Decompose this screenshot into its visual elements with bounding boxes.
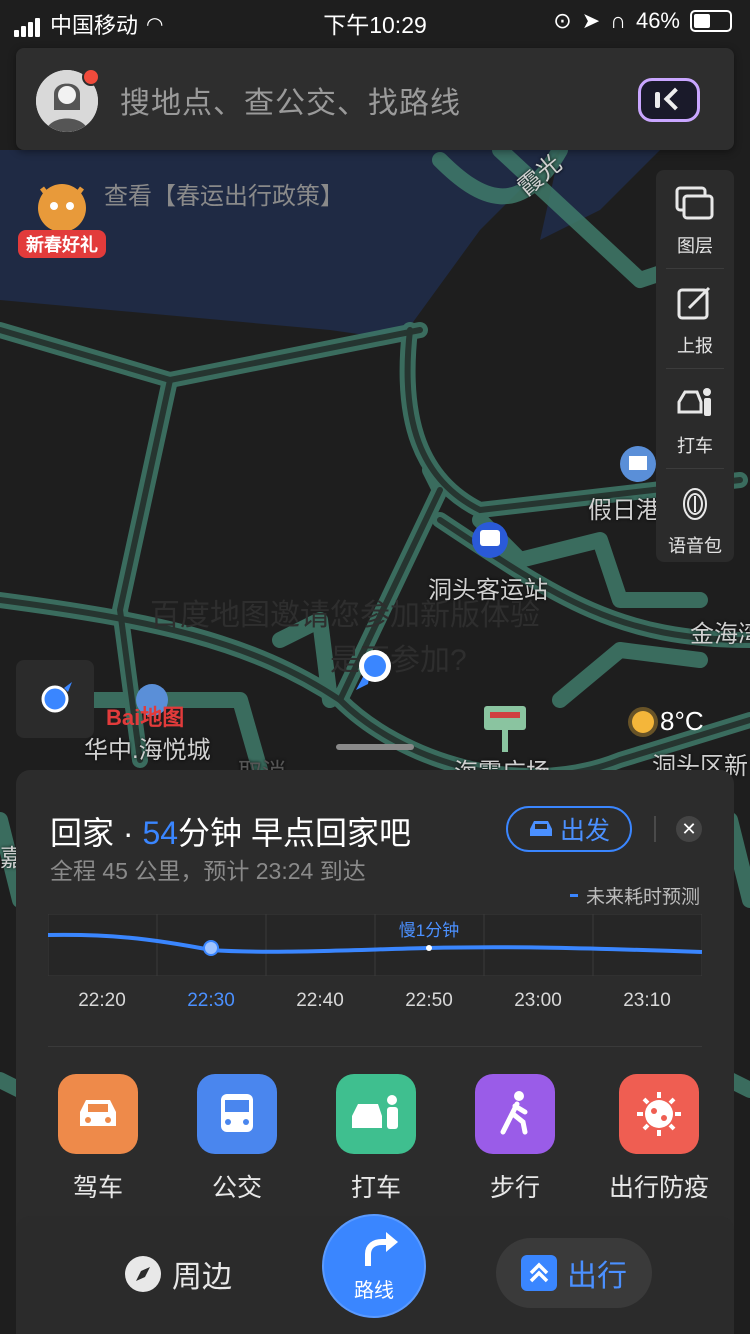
taxi-icon: [677, 388, 711, 416]
virus-shield-icon: [619, 1074, 699, 1154]
tab-nearby[interactable]: 周边: [124, 1252, 232, 1296]
drive-icon: [58, 1074, 138, 1154]
search-bar[interactable]: 搜地点、查公交、找路线: [16, 48, 734, 150]
mode-label: 驾车: [72, 1174, 123, 1202]
route-title-suffix: 分钟 早点回家吧: [178, 815, 411, 851]
time-tick-active: 22:30: [187, 990, 235, 1011]
mode-label: 步行: [489, 1174, 540, 1202]
weather[interactable]: 8°C: [632, 706, 704, 737]
legend-swatch: [569, 894, 578, 897]
travel-icon: [521, 1255, 557, 1291]
taxi-button[interactable]: 打车: [656, 370, 734, 468]
tab-travel[interactable]: 出行: [496, 1238, 652, 1308]
time-tick: 23:00: [514, 990, 562, 1011]
headphones-icon: ∩: [610, 8, 626, 33]
bottom-tab-bar: 周边 路线 出行: [16, 1214, 734, 1334]
notification-dot: [82, 68, 100, 86]
battery-percent: 46%: [635, 8, 680, 33]
route-title: 回家 · 54分钟 早点回家吧: [50, 808, 411, 854]
toolbar-divider: [666, 468, 724, 469]
voice-pack-button[interactable]: 语音包: [656, 470, 734, 568]
depart-button[interactable]: 出发: [506, 806, 632, 852]
mode-bus[interactable]: 公交: [187, 1074, 287, 1204]
svg-text:是否参加?: 是否参加?: [330, 644, 467, 677]
station-marker: [472, 522, 508, 558]
map-toolbar: 图层 上报 打车 语音包: [656, 170, 734, 562]
close-button[interactable]: ✕: [676, 816, 702, 842]
lock-rotation-icon: ⊙: [553, 8, 572, 33]
edit-icon: [677, 286, 711, 320]
baidu-logo: Bai地图: [106, 705, 185, 730]
car-icon: [529, 821, 552, 836]
voice-pack-label: 语音包: [668, 536, 722, 556]
mode-drive[interactable]: 驾车: [48, 1074, 148, 1204]
compass-icon: [125, 1256, 161, 1292]
dragon-mascot-icon: 新春好礼: [18, 184, 106, 258]
card-divider: [48, 1046, 702, 1047]
station-label[interactable]: 洞头客运站: [428, 570, 548, 605]
compass-locate-icon: [41, 682, 72, 713]
promo-text[interactable]: 查看【春运出行政策】: [104, 176, 344, 211]
taxi-mode-icon: [336, 1074, 416, 1154]
route-button[interactable]: 路线: [322, 1214, 426, 1318]
report-label: 上报: [677, 336, 713, 356]
voice-assistant-button[interactable]: [638, 78, 700, 122]
divider: [654, 816, 656, 842]
promo-badge[interactable]: 新春好礼: [16, 178, 108, 260]
route-minutes: 54: [142, 815, 179, 851]
svg-text:新春好礼: 新春好礼: [26, 234, 98, 255]
route-card: 回家 · 54分钟 早点回家吧 全程 45 公里，预计 23:24 到达 出发 …: [16, 770, 734, 1230]
holiday-label[interactable]: 假日港: [588, 490, 660, 525]
mall-label[interactable]: 华中.海悦城: [84, 730, 211, 765]
mode-taxi[interactable]: 打车: [326, 1074, 426, 1204]
current-time-point: [203, 940, 219, 956]
tab-travel-label: 出行: [567, 1260, 627, 1293]
drag-handle[interactable]: [336, 744, 414, 750]
walk-icon: [475, 1074, 555, 1154]
temperature: 8°C: [660, 706, 704, 736]
toolbar-divider: [666, 268, 724, 269]
layers-label: 图层: [677, 236, 713, 256]
tab-nearby-label: 周边: [172, 1261, 232, 1294]
taxi-label: 打车: [677, 436, 713, 456]
chart-legend: 未来耗时预测: [569, 882, 700, 909]
legend-label: 未来耗时预测: [585, 887, 700, 908]
chart-annotation: 慢1分钟: [399, 920, 459, 940]
sun-icon: [632, 710, 654, 733]
time-tick: 22:50: [405, 990, 453, 1011]
depart-label: 出发: [559, 817, 610, 845]
time-tick: 23:10: [623, 990, 671, 1011]
layers-button[interactable]: 图层: [656, 170, 734, 268]
mode-label: 公交: [211, 1174, 262, 1202]
route-arrow-icon: [365, 1232, 398, 1266]
route-title-prefix: 回家 ·: [50, 815, 143, 851]
time-tick: 22:40: [296, 990, 344, 1011]
report-button[interactable]: 上报: [656, 270, 734, 368]
layers-icon: [675, 186, 714, 220]
mode-label: 出行防疫: [608, 1174, 709, 1202]
fingerprint-icon: [683, 488, 707, 520]
annotation-point: [426, 945, 432, 951]
search-input[interactable]: 搜地点、查公交、找路线: [120, 78, 461, 122]
bus-icon: [197, 1074, 277, 1154]
locate-button[interactable]: [16, 660, 94, 738]
time-tick: 22:20: [78, 990, 126, 1011]
battery-icon: [690, 10, 732, 32]
route-button-label: 路线: [354, 1280, 394, 1302]
mode-epidemic[interactable]: 出行防疫: [604, 1074, 714, 1204]
location-arrow-icon: ➤: [581, 8, 601, 33]
poi-marker-holiday: [620, 446, 656, 482]
route-subtitle: 全程 45 公里，预计 23:24 到达: [50, 858, 366, 884]
travel-time-chart[interactable]: 慢1分钟: [48, 914, 702, 976]
mode-walk[interactable]: 步行: [465, 1074, 565, 1204]
mode-label: 打车: [350, 1174, 401, 1202]
toolbar-divider: [666, 368, 724, 369]
status-bar: 中国移动 ◠ 下午10:29 ⊙ ➤ ∩ 46%: [0, 0, 750, 40]
jinhai-label[interactable]: 金海湾: [690, 614, 750, 649]
